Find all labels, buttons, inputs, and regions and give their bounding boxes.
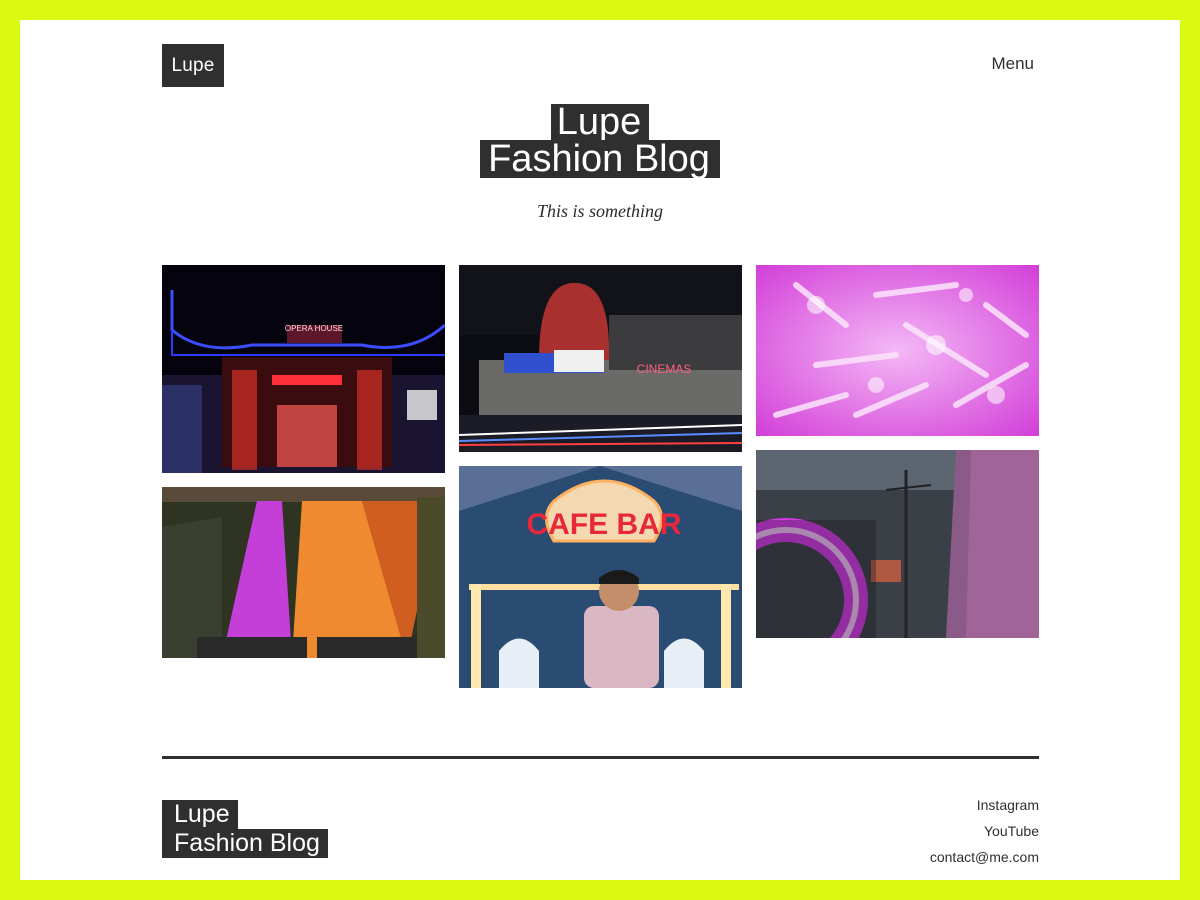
hero-title: Lupe Fashion Blog bbox=[20, 103, 1180, 178]
footer-title-line1: Lupe bbox=[162, 800, 238, 829]
cinema-marquee-photo: CINEMAS bbox=[459, 265, 742, 452]
opera-house-sign: OPERA HOUSE bbox=[285, 324, 343, 333]
gallery-item-cafe-bar[interactable]: CAFE BAR bbox=[459, 466, 742, 688]
footer-logo[interactable]: Lupe Fashion Blog bbox=[162, 800, 328, 858]
cafe-bar-sign: CAFE BAR bbox=[527, 508, 682, 541]
footer-link-email[interactable]: contact@me.com bbox=[930, 844, 1039, 870]
site-logo[interactable]: Lupe bbox=[162, 44, 224, 87]
opera-house-photo: OPERA HOUSE bbox=[162, 265, 445, 473]
footer-link-youtube[interactable]: YouTube bbox=[930, 818, 1039, 844]
menu-button[interactable]: Menu bbox=[991, 54, 1034, 74]
pink-bokeh-photo bbox=[756, 265, 1039, 436]
footer-divider bbox=[162, 756, 1039, 759]
cafe-bar-singer-photo: CAFE BAR bbox=[459, 466, 742, 688]
neon-ring-photo bbox=[756, 450, 1039, 638]
footer-title-line2: Fashion Blog bbox=[162, 829, 328, 858]
footer-link-instagram[interactable]: Instagram bbox=[930, 792, 1039, 818]
gallery-item-cinema[interactable]: CINEMAS bbox=[459, 265, 742, 452]
gallery-item-bokeh[interactable] bbox=[756, 265, 1039, 436]
escalator-photo bbox=[162, 487, 445, 658]
page-frame: Lupe Menu Lupe Fashion Blog This is some… bbox=[20, 20, 1180, 880]
gallery-item-escalator[interactable] bbox=[162, 487, 445, 658]
hero-title-line2: Fashion Blog bbox=[480, 140, 720, 178]
gallery-item-neon-ring[interactable] bbox=[756, 450, 1039, 638]
site-tagline: This is something bbox=[536, 201, 664, 221]
footer-links: Instagram YouTube contact@me.com bbox=[930, 792, 1039, 870]
cinema-sign: CINEMAS bbox=[637, 362, 692, 376]
hero-title-line1: Lupe bbox=[550, 103, 650, 141]
gallery-item-opera-house[interactable]: OPERA HOUSE bbox=[162, 265, 445, 473]
